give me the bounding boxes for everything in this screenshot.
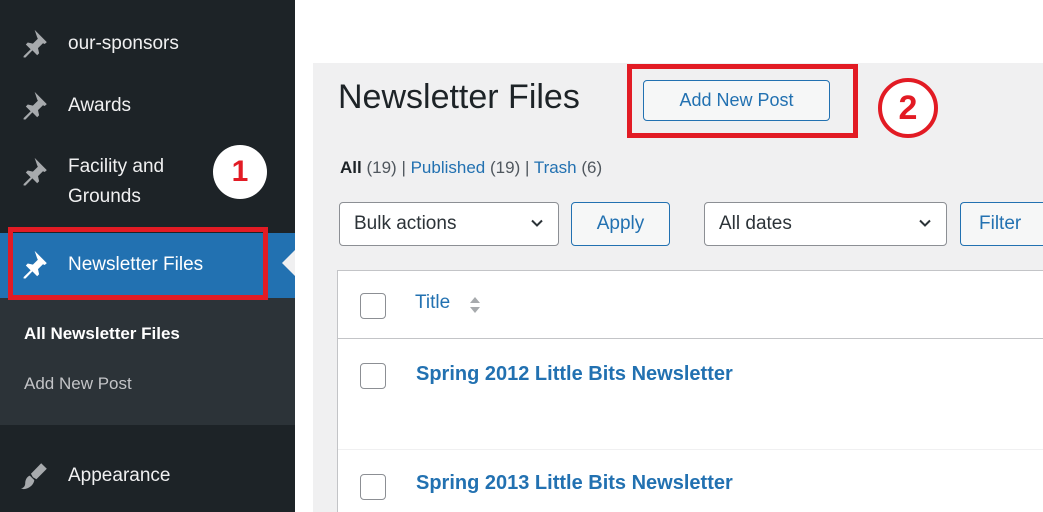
table-row: Spring 2013 Little Bits Newsletter [338,449,1043,512]
dates-value: All dates [719,213,792,234]
select-all-checkbox[interactable] [360,293,386,319]
chevron-down-icon [531,219,543,227]
filter-published-link[interactable]: Published [411,158,486,177]
status-filter-links: All (19) | Published (19) | Trash (6) [340,158,602,178]
post-title-link[interactable]: Spring 2012 Little Bits Newsletter [416,363,733,386]
submenu-item-all-newsletter-files[interactable]: All Newsletter Files [24,324,180,344]
table-header-row: Title [338,271,1043,339]
pushpin-icon [23,91,47,120]
sidebar-item-appearance[interactable]: Appearance [0,460,295,492]
annotation-step-1: 1 [213,145,267,199]
bulk-actions-select[interactable]: Bulk actions [339,202,559,246]
sidebar-submenu: All Newsletter Files Add New Post [0,298,295,425]
filter-all-link[interactable]: All [340,158,362,177]
paintbrush-icon [21,463,47,490]
page-title: Newsletter Files [338,78,580,116]
current-menu-arrow [282,250,295,276]
post-title-link[interactable]: Spring 2013 Little Bits Newsletter [416,472,733,495]
sort-icon[interactable] [468,294,482,316]
chevron-down-icon [919,219,931,227]
filter-button[interactable]: Filter [960,202,1043,246]
title-column-header[interactable]: Title [415,292,450,314]
row-checkbox[interactable] [360,363,386,389]
row-checkbox[interactable] [360,474,386,500]
posts-table: Title Spring 2012 Little Bits Newsletter… [337,270,1043,512]
sidebar-item-label: our-sponsors [68,33,179,54]
apply-button[interactable]: Apply [571,202,670,246]
annotation-step-2: 2 [878,78,938,138]
sidebar-item-our-sponsors[interactable]: our-sponsors [0,28,295,60]
annotation-highlight-sidebar [8,227,268,300]
submenu-item-add-new-post[interactable]: Add New Post [24,374,132,394]
sidebar-item-label: Facility and Grounds [68,156,165,207]
sidebar-item-label: Awards [68,95,132,116]
table-row: Spring 2012 Little Bits Newsletter [338,339,1043,449]
bulk-actions-value: Bulk actions [354,213,457,234]
sidebar-item-awards[interactable]: Awards [0,90,295,122]
dates-filter-select[interactable]: All dates [704,202,947,246]
filter-trash-count: (6) [581,158,603,177]
filter-separator: | [401,158,406,177]
filter-trash-link[interactable]: Trash [534,158,577,177]
sidebar-item-label: Appearance [68,465,171,486]
filter-separator: | [524,158,530,177]
filter-published-count: (19) [490,158,521,177]
annotation-highlight-add-new [627,64,858,138]
filter-all-count: (19) [366,158,397,177]
top-strip [295,0,1043,63]
pushpin-icon [23,157,47,186]
pushpin-icon [23,29,47,58]
